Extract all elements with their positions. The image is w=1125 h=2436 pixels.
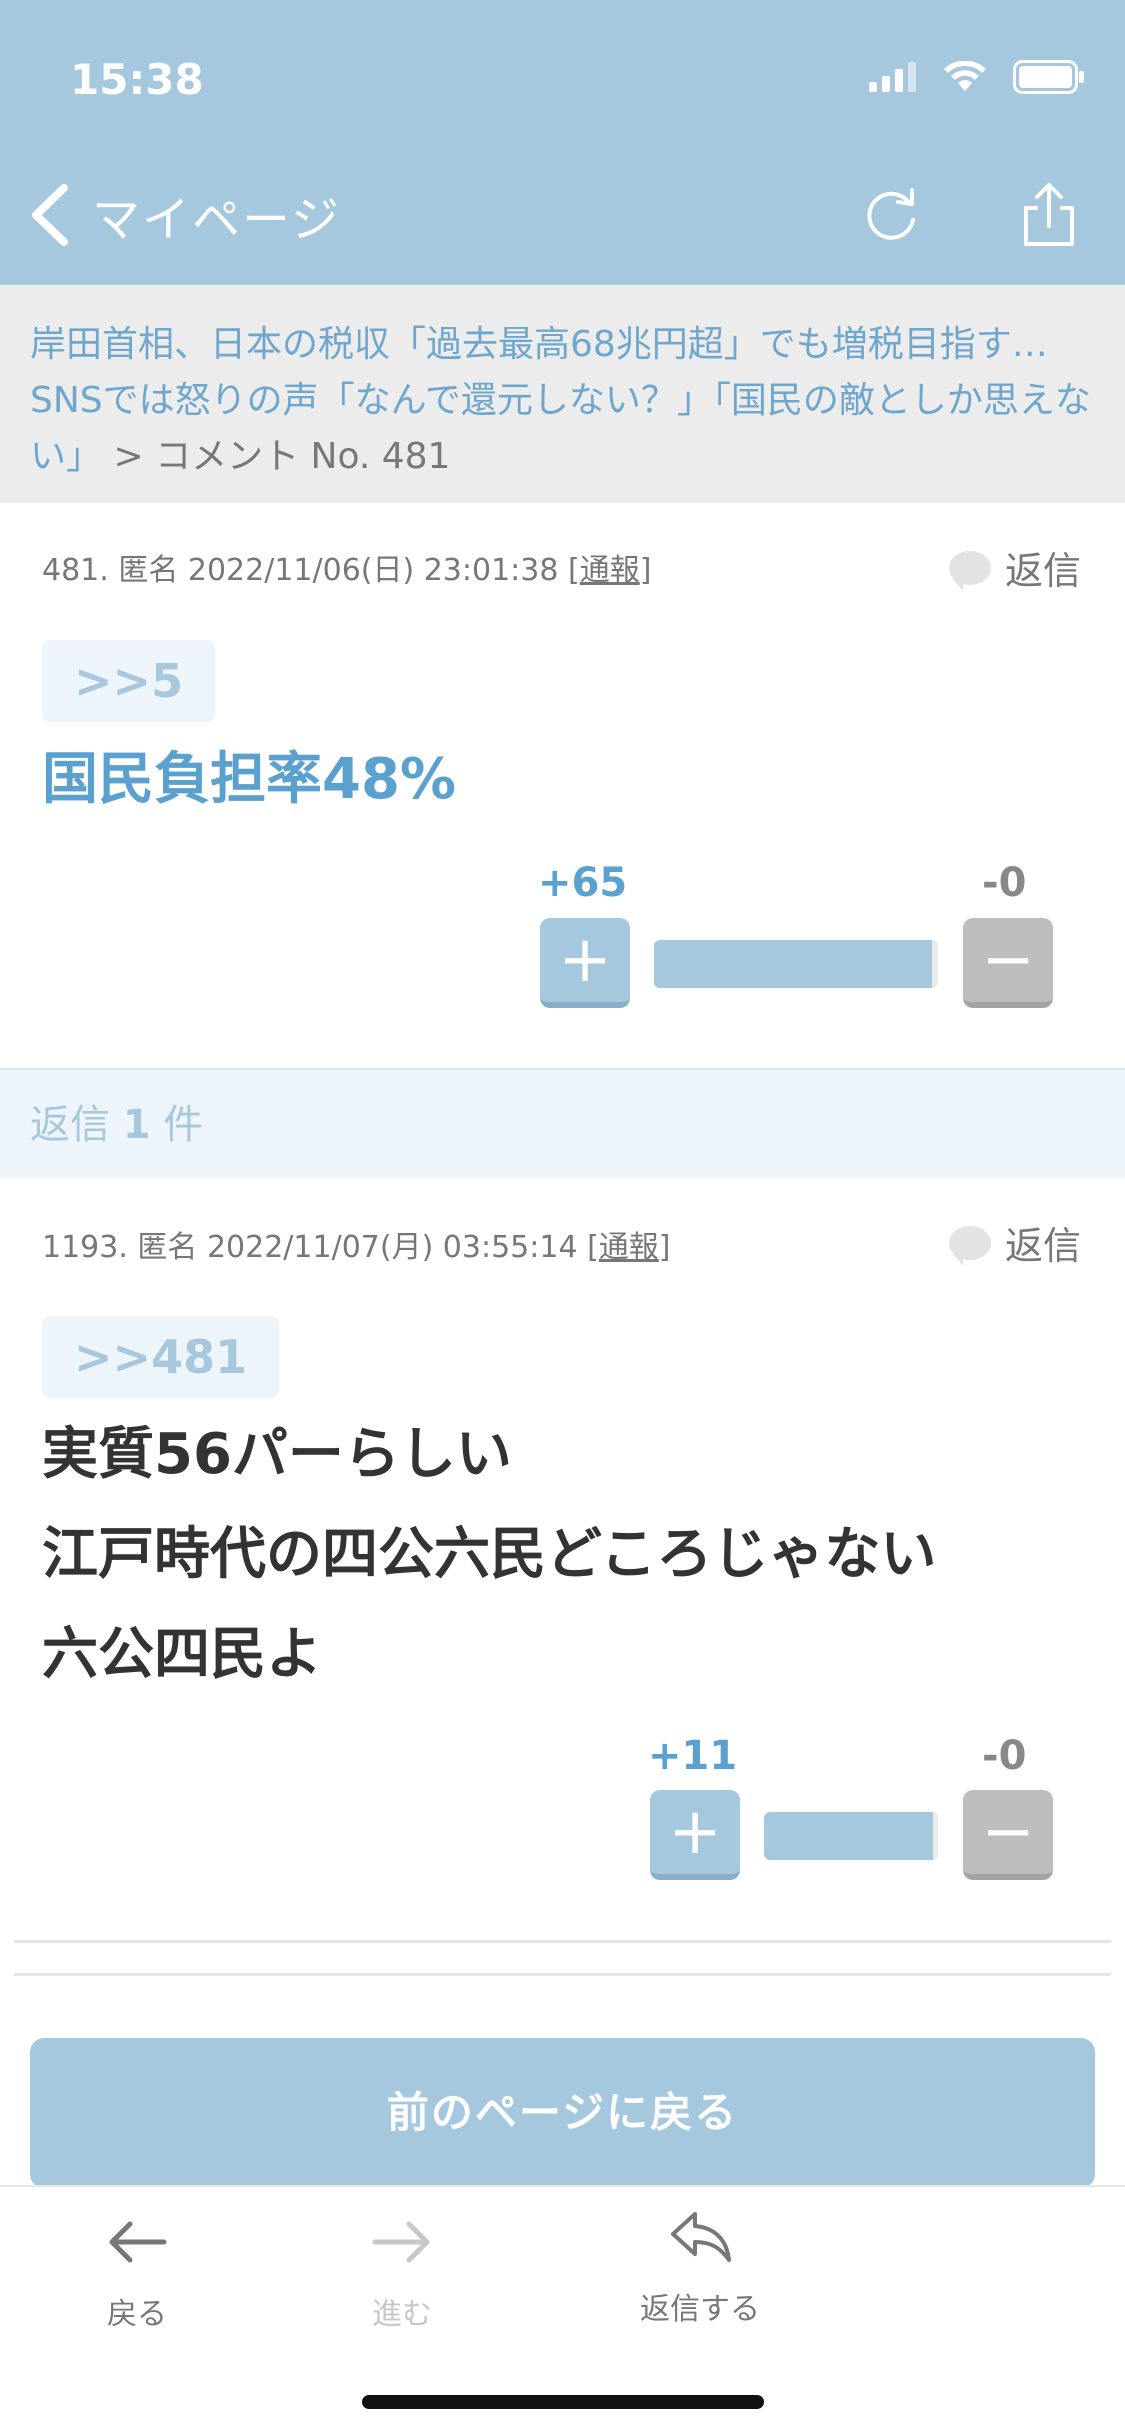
replies-header: 返信 1 件 [0,1068,1125,1178]
minus-vote-button[interactable]: − [963,918,1053,1008]
reply-vote-ratio-bar [764,1812,938,1860]
reply-minus-vote-count: -0 [982,1733,1027,1779]
reply-minus-vote-button[interactable]: − [963,1790,1053,1880]
reply-meta-close: ] [658,1230,671,1265]
breadcrumb-current: > コメント No. 481 [102,436,451,477]
share-icon[interactable] [1018,182,1080,248]
battery-icon [1013,60,1084,94]
refresh-icon[interactable] [860,182,922,248]
comment-meta-close: ] [639,553,652,588]
reply-body-line: 実質56パーらしい [42,1422,512,1487]
status-icons [869,60,1085,94]
chevron-left-icon [32,184,68,246]
status-time: 15:38 [70,55,204,104]
tab-back[interactable]: 戻る [102,2207,172,2333]
comment-reply-button[interactable]: 返信 [948,540,1081,595]
wifi-icon [944,61,986,91]
minus-vote-count: -0 [982,860,1027,906]
speech-bubble-icon [948,1225,991,1266]
tab-reply[interactable]: 返信する [640,2202,760,2328]
reply-vote-ratio-fill [764,1812,933,1860]
reply-report-link[interactable]: 通報 [599,1230,659,1265]
plus-vote-count: +65 [538,860,628,906]
prev-page-button[interactable]: 前のページに戻る [30,2038,1095,2188]
vote-ratio-fill [654,940,933,988]
reply-meta-text: 1193. 匿名 2022/11/07(月) 03:55:14 [ [42,1230,599,1265]
comment-meta-text: 481. 匿名 2022/11/06(日) 23:01:38 [ [42,553,580,588]
replies-count: 1 [122,1102,151,1148]
reply-plus-vote-count: +11 [648,1733,738,1779]
reply-reply-button[interactable]: 返信 [948,1215,1081,1270]
reply-meta: 1193. 匿名 2022/11/07(月) 03:55:14 [通報] [42,1222,671,1266]
reply-body-line: 江戸時代の四公六民どころじゃない [42,1522,937,1587]
tab-reply-label: 返信する [640,2292,760,2327]
nav-actions [860,182,1080,248]
signal-icon [869,62,916,92]
comment-body: 国民負担率48% [42,747,457,812]
vote-ratio-bar [654,940,938,988]
reply-label: 返信 [1004,549,1081,593]
plus-vote-button[interactable]: + [540,918,630,1008]
reply-anchor-link[interactable]: >>481 [42,1316,280,1398]
comment-anchor-link[interactable]: >>5 [42,640,216,722]
reply-plus-vote-button[interactable]: + [650,1790,740,1880]
tab-forward[interactable]: 進む [367,2207,437,2333]
app-header: 15:38 マイページ [0,0,1125,285]
tab-forward-label: 進む [372,2297,432,2332]
reply-arrow-icon [671,2212,731,2262]
comment-meta: 481. 匿名 2022/11/06(日) 23:01:38 [通報] [42,545,651,589]
tab-back-label: 戻る [107,2297,167,2332]
divider [14,1940,1111,1943]
breadcrumb: 岸田首相、日本の税収「過去最高68兆円超」でも増税目指す… SNSでは怒りの声「… [0,285,1125,503]
reply-body: 実質56パーらしい 江戸時代の四公六民どころじゃない 六公四民よ [42,1405,936,1705]
arrow-left-icon [109,2221,167,2263]
back-label: マイページ [92,192,342,248]
home-indicator [362,2395,764,2409]
replies-suffix: 件 [150,1102,204,1148]
report-link[interactable]: 通報 [580,553,640,588]
reply-body-line: 六公四民よ [42,1622,322,1687]
replies-prefix: 返信 [30,1102,123,1148]
divider [14,1973,1111,1976]
reply-reply-label: 返信 [1004,1224,1081,1268]
back-to-mypage-button[interactable]: マイページ [24,180,341,250]
speech-bubble-icon [948,550,991,591]
arrow-right-icon [372,2221,430,2263]
